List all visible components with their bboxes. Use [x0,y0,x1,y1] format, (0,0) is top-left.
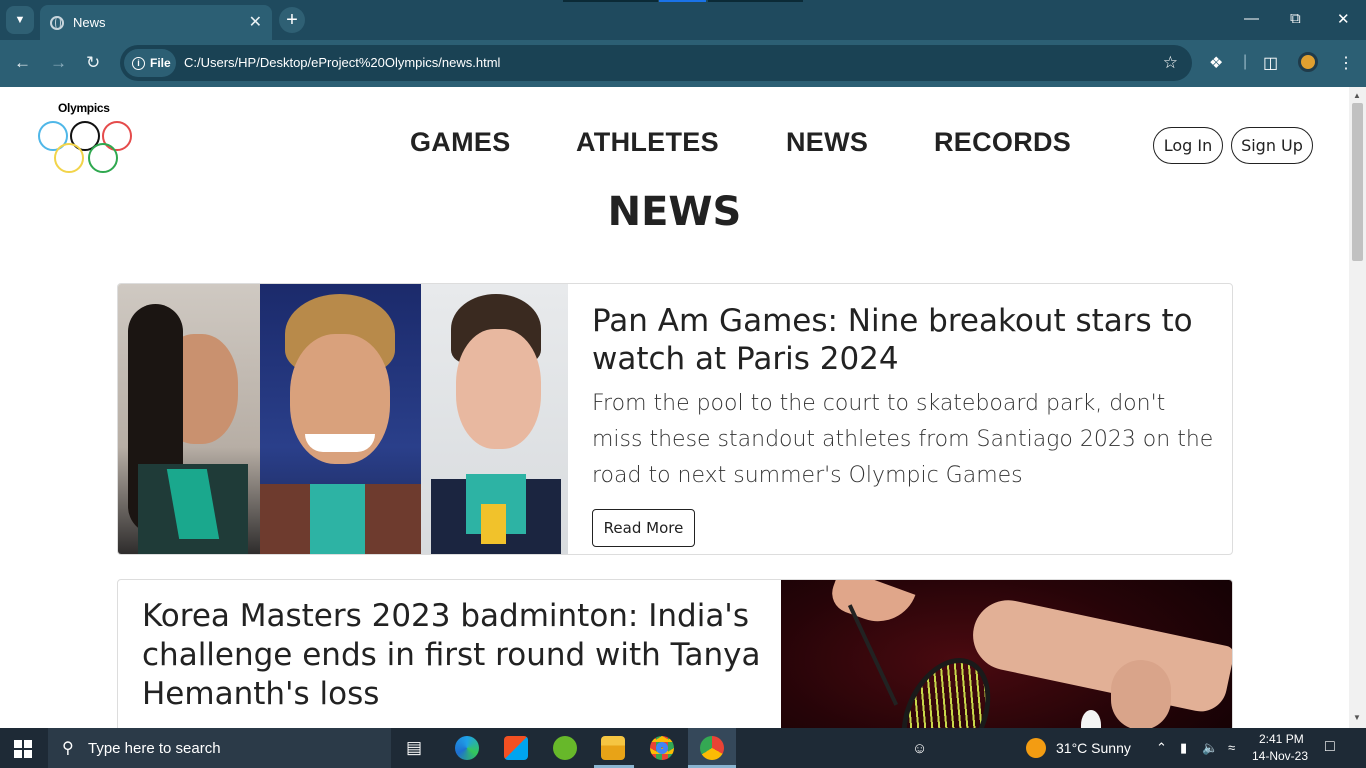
restore-icon[interactable]: ⧉ [1290,10,1301,27]
volume-icon[interactable]: 🔈 [1202,740,1218,756]
close-window-icon[interactable]: ✕ [1337,10,1350,28]
browser-tab[interactable]: News ✕ [40,5,272,40]
taskbar-search-placeholder: Type here to search [88,739,221,757]
site-info-label: File [150,56,171,70]
browser-toolbar: ← → ↻ i File C:/Users/HP/Desktop/eProjec… [0,40,1366,87]
back-arrow-icon[interactable]: ← [14,53,31,73]
forward-arrow-icon[interactable]: → [50,53,67,73]
scroll-up-arrow-icon[interactable]: ▲ [1353,91,1361,100]
tab-title: News [73,15,106,30]
chevron-down-icon: ▼ [14,14,26,26]
ring-yellow [54,143,84,173]
scroll-thumb[interactable] [1352,103,1363,261]
webpage: Olympics GAMES ATHLETES NEWS RECORDS Log… [0,87,1349,728]
url-text[interactable]: C:/Users/HP/Desktop/eProject%20Olympics/… [184,55,500,70]
wifi-icon[interactable]: ≈ [1228,740,1235,755]
clock-date[interactable]: 14-Nov-23 [1252,749,1308,763]
side-panel-icon[interactable]: ◫ [1263,53,1278,73]
extensions-icon[interactable]: ❖ [1209,53,1223,73]
page-scrollbar[interactable]: ▲ ▼ [1349,87,1366,728]
news-card: Korea Masters 2023 badminton: India's ch… [117,579,1233,728]
window-strip [563,0,658,2]
edge-icon[interactable] [455,736,479,760]
nav-athletes[interactable]: ATHLETES [576,127,719,158]
reload-icon[interactable]: ↻ [86,53,100,73]
bookmark-star-icon[interactable]: ☆ [1163,53,1178,73]
scroll-down-arrow-icon[interactable]: ▼ [1353,713,1361,722]
nav-news[interactable]: NEWS [786,127,868,158]
globe-icon [50,15,64,30]
windows-start-icon[interactable] [14,740,32,758]
sun-icon [1026,738,1046,758]
file-explorer-icon[interactable] [601,736,625,760]
chevron-up-icon[interactable]: ⌃ [1156,740,1167,756]
toolbar-divider: | [1243,53,1248,70]
task-view-icon[interactable]: ▤ [406,738,422,758]
athletes-photo [118,284,568,554]
window-strip [708,0,803,2]
ring-green [88,143,118,173]
article-title[interactable]: Pan Am Games: Nine breakout stars to wat… [592,302,1212,378]
login-button[interactable]: Log In [1153,127,1223,164]
read-more-button[interactable]: Read More [592,509,695,547]
address-bar[interactable]: i File C:/Users/HP/Desktop/eProject%20Ol… [120,45,1192,81]
site-info-chip[interactable]: i File [124,49,176,77]
utorrent-icon[interactable] [553,736,577,760]
store-icon[interactable] [504,736,528,760]
info-icon: i [132,56,145,70]
nav-games[interactable]: GAMES [410,127,511,158]
new-tab-button[interactable]: + [279,7,305,33]
close-tab-icon[interactable]: ✕ [249,12,262,32]
chrome-icon[interactable] [650,736,674,760]
chrome-active-icon[interactable] [700,736,724,760]
badminton-photo [781,580,1232,728]
menu-dots-icon[interactable]: ⋮ [1338,53,1354,73]
signup-button[interactable]: Sign Up [1231,127,1313,164]
battery-icon[interactable]: ▮ [1180,740,1187,756]
minimize-icon[interactable]: — [1244,10,1259,27]
windows-taskbar: ⚲ Type here to search ▤ ☺ 31°C Sunny ⌃ ▮… [0,728,1366,768]
article-summary: From the pool to the court to skateboard… [592,391,1214,488]
taskbar-search[interactable]: ⚲ Type here to search [48,728,391,768]
browser-titlebar: ▼ News ✕ + — ⧉ ✕ [0,0,1366,40]
nav-records[interactable]: RECORDS [934,127,1071,158]
tab-search-button[interactable]: ▼ [6,6,34,34]
page-title: NEWS [607,189,742,235]
search-icon: ⚲ [62,740,74,757]
weather-text[interactable]: 31°C Sunny [1056,740,1131,756]
window-strip-active [659,0,706,2]
logo-text: Olympics [58,101,110,115]
olympics-logo[interactable]: Olympics [36,101,136,191]
clock-time[interactable]: 2:41 PM [1259,732,1304,746]
article-title[interactable]: Korea Masters 2023 badminton: India's ch… [142,597,762,714]
news-card: Pan Am Games: Nine breakout stars to wat… [117,283,1233,555]
profile-avatar[interactable] [1298,52,1318,72]
notification-icon[interactable]: □ [1325,738,1335,756]
people-icon[interactable]: ☺ [912,740,927,757]
